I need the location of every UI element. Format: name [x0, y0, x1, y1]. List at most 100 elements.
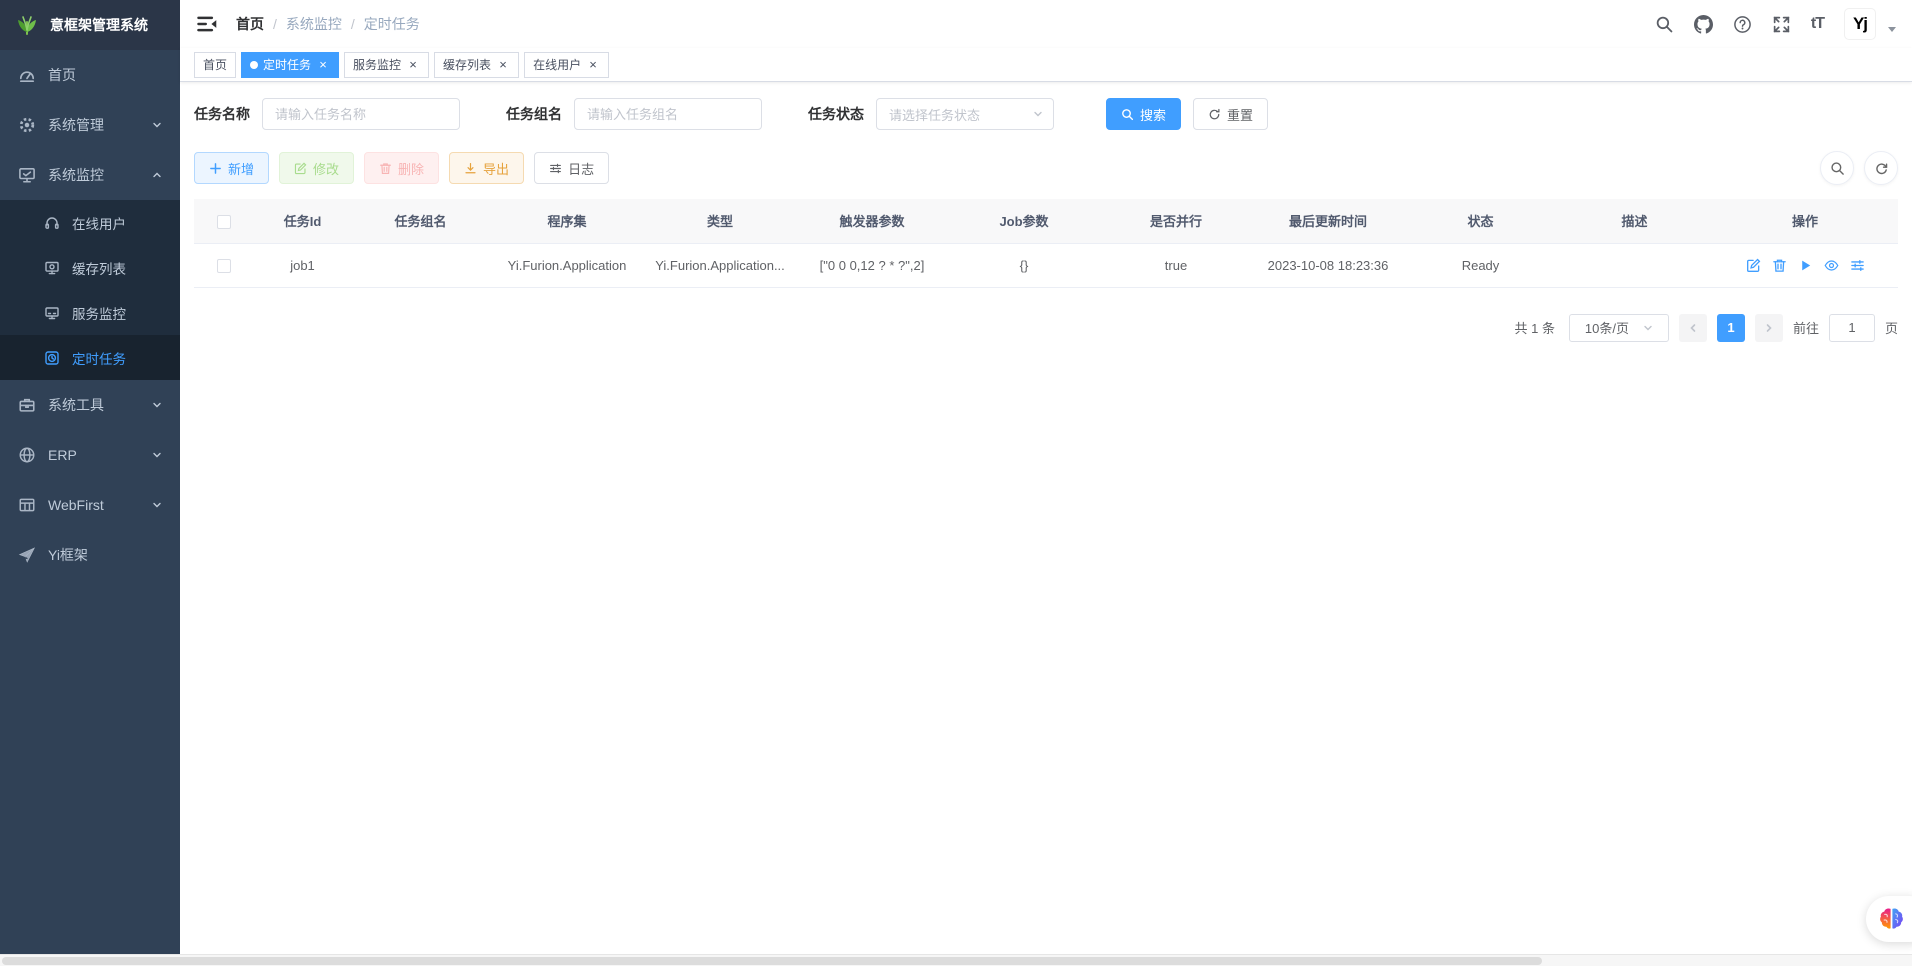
row-checkbox[interactable]	[217, 259, 231, 273]
add-button[interactable]: 新增	[194, 152, 269, 184]
log-button[interactable]: 日志	[534, 152, 609, 184]
app-logo[interactable]: 意框架管理系统	[0, 0, 180, 50]
close-icon[interactable]: ×	[316, 58, 330, 72]
ai-assistant-fab[interactable]	[1866, 896, 1912, 942]
close-icon[interactable]: ×	[496, 58, 510, 72]
col-task-group: 任务组名	[351, 199, 490, 243]
sidebar-item-label: 缓存列表	[72, 258, 162, 278]
task-group-label: 任务组名	[506, 104, 562, 124]
goto-page-input[interactable]	[1829, 314, 1875, 342]
tab-home[interactable]: 首页	[194, 52, 236, 78]
github-icon[interactable]	[1694, 15, 1713, 34]
select-all-checkbox[interactable]	[217, 215, 231, 229]
log-detail-icon[interactable]	[1850, 258, 1865, 273]
hamburger-icon[interactable]	[196, 13, 218, 35]
sidebar-item-system-monitor[interactable]: 系统监控	[0, 150, 180, 200]
col-job-args: Job参数	[948, 199, 1100, 243]
font-size-icon[interactable]: tT	[1811, 15, 1824, 33]
sidebar: 意框架管理系统 首页 系统管理 系统监控	[0, 0, 180, 954]
delete-icon[interactable]	[1772, 258, 1787, 273]
tab-label: 定时任务	[263, 56, 311, 73]
breadcrumb: 首页 / 系统监控 / 定时任务	[236, 14, 420, 34]
task-name-label: 任务名称	[194, 104, 250, 124]
sidebar-item-yi-framework[interactable]: Yi框架	[0, 530, 180, 580]
sidebar-item-label: WebFirst	[48, 497, 152, 513]
avatar[interactable]: Yj	[1844, 8, 1876, 40]
main-area: 首页 / 系统监控 / 定时任务 tT Yj	[180, 0, 1912, 954]
download-icon	[464, 162, 477, 175]
edit-icon	[294, 162, 307, 175]
navbar-actions: tT Yj	[1655, 8, 1896, 40]
task-name-input[interactable]	[262, 98, 460, 130]
reset-button[interactable]: 重置	[1193, 98, 1268, 130]
tab-online-users[interactable]: 在线用户 ×	[524, 52, 609, 78]
scrollbar-thumb[interactable]	[2, 957, 1542, 965]
app-title: 意框架管理系统	[50, 15, 148, 35]
sidebar-item-system-tools[interactable]: 系统工具	[0, 380, 180, 430]
headset-icon	[44, 215, 60, 231]
show-search-button[interactable]	[1820, 151, 1854, 185]
chevron-down-icon	[152, 500, 162, 510]
sidebar-item-scheduled-tasks[interactable]: 定时任务	[0, 335, 180, 380]
chevron-down-icon	[1643, 323, 1653, 333]
breadcrumb-system-monitor[interactable]: 系统监控	[286, 14, 342, 34]
sidebar-item-service-monitor[interactable]: 服务监控	[0, 290, 180, 335]
refresh-table-button[interactable]	[1864, 151, 1898, 185]
tab-service-monitor[interactable]: 服务监控 ×	[344, 52, 429, 78]
search-icon[interactable]	[1655, 15, 1674, 34]
modify-button[interactable]: 修改	[279, 152, 354, 184]
server-icon	[44, 305, 60, 321]
refresh-icon	[1208, 108, 1221, 121]
avatar-dropdown-caret-icon[interactable]	[1888, 27, 1896, 32]
close-icon[interactable]: ×	[586, 58, 600, 72]
col-status: 状态	[1404, 199, 1557, 243]
sidebar-item-cache-list[interactable]: 缓存列表	[0, 245, 180, 290]
goto-label: 前往	[1793, 318, 1819, 337]
view-icon[interactable]	[1824, 258, 1839, 273]
sidebar-item-home[interactable]: 首页	[0, 50, 180, 100]
search-button[interactable]: 搜索	[1106, 98, 1181, 130]
next-page-button[interactable]	[1755, 314, 1783, 342]
help-icon[interactable]	[1733, 15, 1752, 34]
page-unit-label: 页	[1885, 318, 1898, 337]
prev-page-button[interactable]	[1679, 314, 1707, 342]
task-group-input[interactable]	[574, 98, 762, 130]
tab-label: 服务监控	[353, 56, 401, 73]
page-number-1[interactable]: 1	[1717, 314, 1745, 342]
timer-icon	[44, 350, 60, 366]
sidebar-item-erp[interactable]: ERP	[0, 430, 180, 480]
edit-icon[interactable]	[1746, 258, 1761, 273]
sidebar-item-label: ERP	[48, 447, 152, 463]
fullscreen-icon[interactable]	[1772, 15, 1791, 34]
sidebar-item-label: 在线用户	[72, 213, 162, 233]
sidebar-item-online-users[interactable]: 在线用户	[0, 200, 180, 245]
chevron-left-icon	[1688, 323, 1698, 333]
close-icon[interactable]: ×	[406, 58, 420, 72]
cell-task-id: job1	[254, 243, 351, 287]
breadcrumb-home[interactable]: 首页	[236, 14, 264, 34]
breadcrumb-separator: /	[273, 16, 277, 32]
sidebar-item-webfirst[interactable]: WebFirst	[0, 480, 180, 530]
cell-status: Ready	[1404, 243, 1557, 287]
export-button[interactable]: 导出	[449, 152, 524, 184]
sidebar-menu: 首页 系统管理 系统监控	[0, 50, 180, 580]
select-placeholder: 请选择任务状态	[889, 105, 980, 124]
cell-type: Yi.Furion.Application...	[644, 243, 796, 287]
chevron-down-icon	[152, 400, 162, 410]
tasks-table: 任务Id 任务组名 程序集 类型 触发器参数 Job参数 是否并行 最后更新时间…	[194, 199, 1898, 288]
run-icon[interactable]	[1798, 258, 1813, 273]
page-size-value: 10条/页	[1585, 318, 1629, 337]
page-size-select[interactable]: 10条/页	[1569, 314, 1669, 342]
tab-cache-list[interactable]: 缓存列表 ×	[434, 52, 519, 78]
delete-button[interactable]: 删除	[364, 152, 439, 184]
search-icon	[1830, 161, 1845, 176]
sidebar-item-system-admin[interactable]: 系统管理	[0, 100, 180, 150]
chevron-right-icon	[1764, 323, 1774, 333]
tab-scheduled-tasks[interactable]: 定时任务 ×	[241, 52, 339, 78]
task-status-select[interactable]: 请选择任务状态	[876, 98, 1054, 130]
logo-plant-icon	[14, 12, 40, 38]
cell-task-group	[351, 243, 490, 287]
plus-icon	[209, 162, 222, 175]
cell-trigger-args: ["0 0 0,12 ? * ?",2]	[796, 243, 948, 287]
tag-tabs-bar: 首页 定时任务 × 服务监控 × 缓存列表 × 在线用户 ×	[180, 48, 1912, 82]
